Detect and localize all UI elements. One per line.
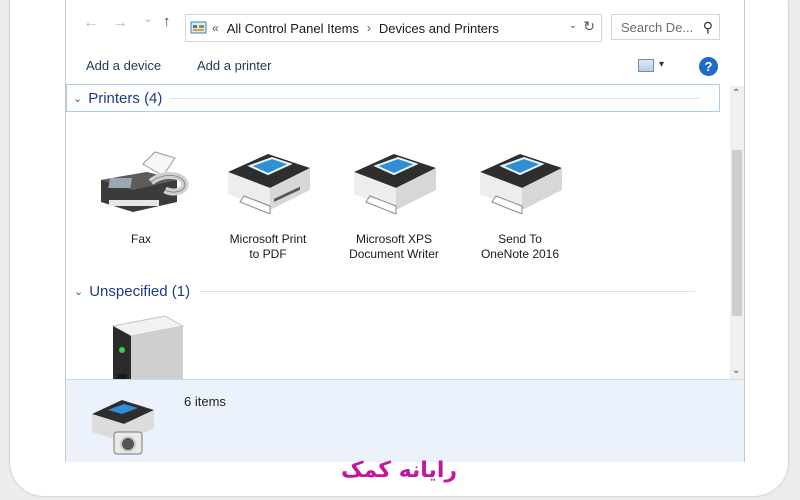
group-title-printers: Printers (4) [88,89,163,107]
device-label-line1: Send To [498,232,542,246]
overflow-chevron-icon[interactable]: « [212,21,219,35]
scroll-down-icon[interactable]: ⌄ [732,365,740,376]
view-options-dropdown-icon[interactable]: ▾ [659,59,664,70]
device-list: ⌄ Printers (4) Fax Microsoft Print to PD… [66,84,730,410]
device-fax[interactable]: Fax [89,150,193,247]
printer-icon [228,154,310,214]
device-label-line2: to PDF [249,247,287,261]
group-divider [200,290,696,292]
scroll-up-icon[interactable]: ⌃ [732,88,740,99]
back-arrow-icon[interactable]: ← [83,14,99,32]
device-microsoft-xps-document-writer[interactable]: Microsoft XPS Document Writer [342,150,446,262]
device-label-line1: Microsoft XPS [355,232,433,246]
collapse-chevron-icon[interactable]: ⌄ [73,92,82,105]
scrollbar-thumb[interactable] [732,150,742,316]
item-count: 6 items [184,394,226,409]
device-label-line1: Microsoft Print [229,232,307,246]
devices-printers-camera-icon [92,400,154,455]
rounded-frame: ← → ⌄ ↑ « All Control Panel Items › Devi… [10,0,788,496]
up-arrow-icon[interactable]: ↑ [163,13,171,30]
watermark-logo: رایانه کمک [340,458,458,483]
search-placeholder: Search De... [621,19,694,35]
help-icon[interactable]: ? [699,57,718,76]
search-input[interactable]: Search De... ⚲ [611,14,720,40]
details-pane: 6 items [66,379,744,462]
breadcrumb-devices-and-printers[interactable]: Devices and Printers [379,21,499,36]
device-label-line1: Fax [130,232,151,246]
search-icon[interactable]: ⚲ [703,19,713,36]
device-microsoft-print-to-pdf[interactable]: Microsoft Print to PDF [216,150,320,262]
explorer-window: ← → ⌄ ↑ « All Control Panel Items › Devi… [65,0,745,462]
group-divider [170,97,701,99]
group-header-printers[interactable]: ⌄ Printers (4) [66,84,720,112]
device-label-line2: OneNote 2016 [480,247,560,261]
collapse-chevron-icon[interactable]: ⌄ [74,285,83,298]
group-title-unspecified: Unspecified (1) [89,282,191,300]
add-printer-button[interactable]: Add a printer [197,58,271,73]
vertical-scrollbar[interactable]: ⌃ ⌄ [730,86,744,380]
forward-arrow-icon[interactable]: → [112,14,128,32]
refresh-icon[interactable]: ↻ [583,18,595,35]
fax-icon [101,151,189,212]
printer-icon [354,154,436,214]
change-view-icon[interactable] [638,59,654,72]
group-header-unspecified[interactable]: ⌄ Unspecified (1) [68,278,718,304]
device-label-line2: Document Writer [349,247,439,261]
device-send-to-onenote-2016[interactable]: Send To OneNote 2016 [468,150,572,262]
breadcrumb-all-control-panel-items[interactable]: All Control Panel Items [227,21,359,36]
breadcrumb-separator-icon[interactable]: › [367,21,371,35]
printer-icon [480,154,562,214]
add-device-button[interactable]: Add a device [86,58,161,73]
address-bar-row: ← → ⌄ ↑ « All Control Panel Items › Devi… [66,0,744,46]
command-bar: Add a device Add a printer ▾ ? [66,46,744,86]
address-dropdown-icon[interactable]: ⌄ [569,20,577,31]
recent-locations-chevron-icon[interactable]: ⌄ [143,11,153,25]
control-panel-icon [190,21,207,34]
address-path-box[interactable]: « All Control Panel Items › Devices and … [185,14,602,42]
